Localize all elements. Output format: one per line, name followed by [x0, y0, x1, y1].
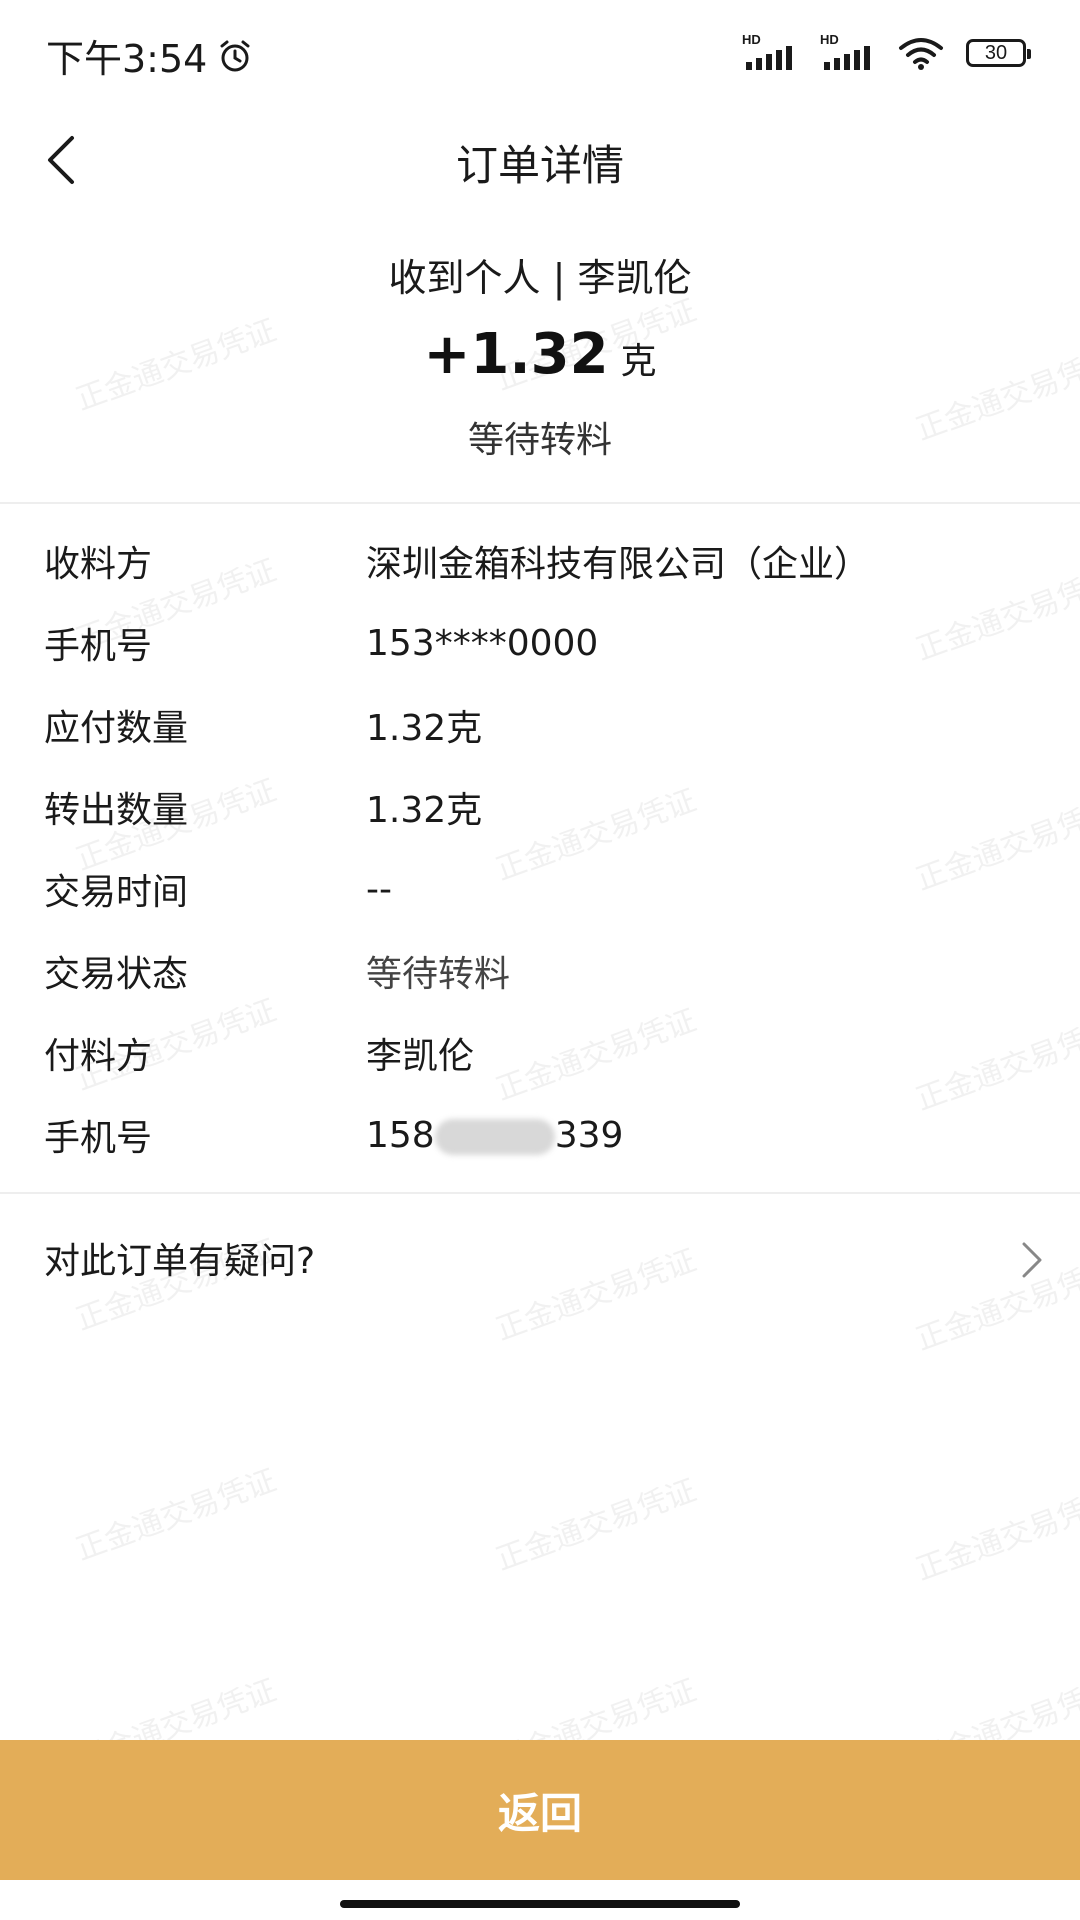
detail-label: 转出数量	[44, 790, 189, 831]
question-text: 对此订单有疑问?	[44, 1241, 316, 1282]
detail-label: 付料方	[44, 1036, 153, 1077]
detail-value: 李凯伦	[366, 1036, 475, 1077]
detail-value: 158 339	[366, 1115, 623, 1156]
return-button[interactable]: 返回	[0, 1740, 1080, 1880]
summary-amount: +1.32 克	[0, 320, 1080, 403]
order-summary: 收到个人 | 李凯伦 +1.32 克 等待转料	[0, 250, 1080, 469]
phone-prefix: 158	[366, 1114, 435, 1156]
divider	[0, 502, 1080, 504]
divider	[0, 1192, 1080, 1194]
detail-value: 等待转料	[366, 954, 511, 995]
watermark: 正金通交易凭证	[491, 1472, 701, 1578]
status-time-text: 下午3:54	[46, 37, 208, 81]
detail-value: 1.32克	[366, 708, 483, 749]
watermark: 正金通交易凭证	[911, 1482, 1080, 1588]
amount-value: +1.32	[423, 322, 609, 387]
detail-label: 收料方	[44, 544, 153, 585]
detail-row-payer-phone: 手机号 158 339	[0, 1094, 1080, 1176]
home-indicator[interactable]	[340, 1900, 740, 1908]
battery-icon: 30	[966, 39, 1031, 67]
detail-label: 交易状态	[44, 954, 189, 995]
detail-label: 手机号	[44, 1118, 153, 1159]
detail-row-receiver-phone: 手机号 153****0000	[0, 602, 1080, 684]
hd-label: HD	[820, 32, 839, 47]
detail-label: 手机号	[44, 626, 153, 667]
wifi-icon	[899, 38, 943, 70]
summary-party: 收到个人 | 李凯伦	[388, 256, 692, 300]
watermark: 正金通交易凭证	[71, 1462, 281, 1568]
detail-value: 1.32克	[366, 790, 483, 831]
order-question-link[interactable]: 对此订单有疑问?	[0, 1210, 1080, 1310]
chevron-right-icon	[1022, 1242, 1042, 1278]
detail-value: 153****0000	[366, 622, 599, 664]
status-time: 下午3:54	[46, 28, 253, 83]
status-icons: HD HD 30	[742, 32, 1031, 70]
detail-row-transfer-quantity: 转出数量 1.32克	[0, 766, 1080, 848]
phone-suffix: 339	[554, 1114, 624, 1156]
hd-label: HD	[742, 32, 761, 47]
redaction-mask	[434, 1118, 555, 1155]
order-details: 收料方 深圳金箱科技有限公司（企业） 手机号 153****0000 应付数量 …	[0, 520, 1080, 1176]
signal-icon: HD	[820, 32, 876, 70]
alarm-icon	[220, 40, 250, 71]
detail-value: --	[366, 868, 392, 910]
order-detail-page: 正金通交易凭证 正金通交易凭证 正金通交易凭证 正金通交易凭证 正金通交易凭证 …	[0, 0, 1080, 1920]
page-title: 订单详情	[455, 141, 624, 190]
detail-row-payable-quantity: 应付数量 1.32克	[0, 684, 1080, 766]
detail-row-payer: 付料方 李凯伦	[0, 1012, 1080, 1094]
detail-value: 深圳金箱科技有限公司（企业）	[366, 544, 871, 585]
summary-status: 等待转料	[467, 420, 612, 461]
nav-header: 订单详情	[0, 110, 1080, 210]
detail-row-receiver: 收料方 深圳金箱科技有限公司（企业）	[0, 520, 1080, 602]
detail-label: 交易时间	[44, 872, 189, 913]
battery-level: 30	[984, 41, 1008, 64]
amount-unit: 克	[620, 341, 657, 382]
signal-icon: HD	[742, 32, 798, 70]
status-bar: 下午3:54 HD HD 30	[0, 0, 1080, 110]
detail-row-trade-time: 交易时间 --	[0, 848, 1080, 930]
detail-row-trade-status: 交易状态 等待转料	[0, 930, 1080, 1012]
detail-label: 应付数量	[44, 708, 189, 749]
